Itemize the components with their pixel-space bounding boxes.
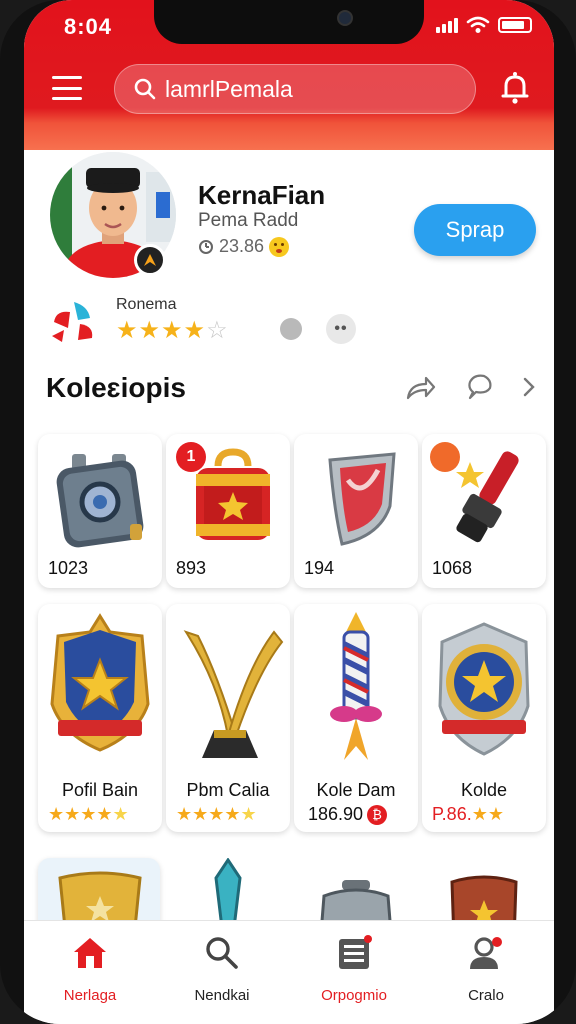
battery-icon (498, 17, 532, 33)
tab-label: Nendkai (194, 987, 250, 1004)
item-name: Kole Dam (316, 780, 396, 800)
brand-logo-icon (52, 302, 93, 342)
phone-frame: 8:04 lamrlPemala KernaFian Pema Radd 23.… (0, 0, 576, 1024)
profile-subtitle: Pema Radd (198, 210, 299, 231)
signal-icon (436, 17, 458, 33)
collection-card[interactable]: Kolde P.86.★★ (422, 604, 546, 832)
home-icon (74, 938, 106, 968)
card-value: 1023 (48, 558, 89, 578)
search-bar[interactable] (114, 64, 476, 114)
rocket-icon (144, 254, 156, 266)
search-icon (206, 937, 238, 969)
item-rating-stars: ★★★★★ (176, 804, 257, 824)
emoji-icon (269, 236, 290, 257)
tab-home[interactable]: Nerlaga (24, 931, 156, 1011)
search-icon (134, 78, 156, 100)
app-screen: 8:04 lamrlPemala KernaFian Pema Radd 23.… (24, 0, 554, 1024)
tab-search[interactable]: Nendkai (156, 931, 288, 1011)
rocket-firework-icon (330, 612, 382, 760)
item-rating-stars: ★★★★★ (48, 804, 129, 824)
collection-card[interactable]: Pofil Bain ★★★★★ (38, 604, 162, 832)
status-time: 8:04 (64, 14, 113, 39)
section-title: Koleɛiopis (46, 372, 186, 403)
profile-stat-value: 23.86 (219, 236, 265, 256)
list-icon (339, 935, 372, 969)
menu-button[interactable] (52, 76, 82, 100)
torch-icon (456, 451, 519, 543)
phone-notch (154, 0, 424, 44)
item-name: Kolde (460, 780, 508, 800)
section-actions (404, 372, 536, 402)
tab-profile[interactable]: Cralo (420, 931, 552, 1011)
bell-icon (501, 72, 529, 104)
wifi-icon (466, 16, 490, 33)
comment-icon[interactable] (464, 372, 494, 402)
sprap-button[interactable]: Sprap (414, 204, 536, 256)
card-value: 893 (176, 558, 207, 578)
more-button[interactable]: •• (326, 314, 356, 344)
tab-orders[interactable]: Orpogmio (288, 931, 420, 1011)
currency-icon: ₿ (367, 805, 388, 826)
collection-card[interactable]: 1 893 (166, 434, 290, 588)
collection-card[interactable]: Pbm Calia ★★★★★ (166, 604, 290, 832)
shield-icon (328, 452, 396, 546)
item-name: Pbm Calia (186, 780, 270, 800)
crystal-torch-icon (214, 858, 242, 928)
profile-name: KernaFian (198, 180, 326, 210)
bottom-tab-bar: Nerlaga Nendkai Orpogmio Cralo (24, 920, 554, 1024)
vault-icon (56, 454, 144, 548)
rating-stars: ★★★★☆ (116, 317, 229, 344)
camera-dot (337, 10, 353, 26)
collection-card[interactable]: 1068 (422, 434, 546, 588)
golden-wings-icon (183, 630, 284, 758)
status-dot (280, 318, 302, 340)
chevron-right-icon[interactable] (522, 376, 536, 398)
search-input[interactable] (165, 75, 455, 103)
card-value: 194 (304, 558, 335, 578)
item-price-value: 186.90 (308, 804, 364, 824)
share-icon[interactable] (404, 372, 436, 402)
tab-label: Nerlaga (63, 987, 117, 1004)
profile-stat: 23.86 (198, 236, 290, 257)
treasure-chest-icon (196, 448, 270, 540)
rating-row: Ronema ★★★★☆ •• (50, 296, 356, 346)
star-shield-icon (50, 613, 150, 752)
notification-button[interactable] (498, 70, 532, 111)
item-price-value: P.86. (432, 804, 472, 824)
clock-icon (199, 239, 213, 254)
status-icons (436, 16, 532, 34)
item-price: P.86.★★ (432, 804, 504, 824)
item-name: Pofil Bain (61, 780, 139, 800)
tab-label: Cralo (468, 987, 504, 1004)
rating-label: Ronema (116, 296, 177, 313)
avatar-badge (134, 244, 166, 276)
collection-card[interactable]: 194 (294, 434, 418, 588)
collection-card[interactable]: 1023 (38, 434, 162, 588)
tab-label: Orpogmio (321, 987, 387, 1004)
user-icon (470, 937, 502, 969)
card-value: 1068 (432, 558, 473, 578)
item-price: 186.90 ₿ (308, 804, 388, 826)
badge-shield-icon (438, 622, 530, 756)
collection-card[interactable]: Kole Dam 186.90 ₿ (294, 604, 418, 832)
